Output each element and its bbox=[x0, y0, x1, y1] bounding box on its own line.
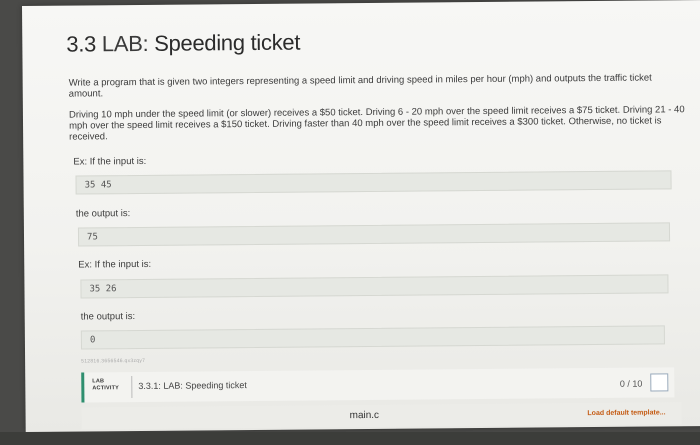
description-paragraph-1: Write a program that is given two intege… bbox=[68, 72, 652, 100]
lab-activity-bar: LAB ACTIVITY 3.3.1: LAB: Speeding ticket… bbox=[81, 367, 675, 403]
example-2-input-box: 35 26 bbox=[80, 274, 669, 299]
file-tab-main-c[interactable]: main.c bbox=[350, 410, 380, 421]
page-title: 3.3 LAB: Speeding ticket bbox=[66, 30, 300, 58]
example-1-input-label: Ex: If the input is: bbox=[73, 155, 147, 168]
lab-page: 3.3 LAB: Speeding ticket Write a program… bbox=[22, 0, 700, 432]
title-name: Speeding ticket bbox=[154, 29, 301, 56]
example-1-output-label: the output is: bbox=[75, 208, 131, 220]
activity-score: 0 / 10 bbox=[619, 378, 643, 389]
example-2-output-box: 0 bbox=[80, 325, 665, 350]
example-1-output-box: 75 bbox=[77, 222, 671, 247]
activity-title: 3.3.1: LAB: Speeding ticket bbox=[138, 380, 247, 391]
title-lab: LAB: bbox=[101, 30, 155, 57]
score-checkbox[interactable] bbox=[650, 373, 669, 392]
lab-tag-line2: ACTIVITY bbox=[92, 385, 120, 392]
activity-divider bbox=[131, 376, 133, 399]
file-id: 512816.3656546.qx3zqy7 bbox=[81, 357, 146, 365]
example-2-input-label: Ex: If the input is: bbox=[78, 258, 152, 271]
load-default-template-button[interactable]: Load default template... bbox=[587, 409, 665, 417]
example-1-input-box: 35 45 bbox=[75, 170, 672, 195]
bottom-edge bbox=[0, 432, 700, 445]
lab-activity-tag: LAB ACTIVITY bbox=[92, 378, 119, 392]
editor-toolbar: main.c Load default template... bbox=[81, 402, 682, 430]
description-paragraph-2: Driving 10 mph under the speed limit (or… bbox=[68, 104, 685, 143]
example-2-output-label: the output is: bbox=[80, 311, 136, 323]
title-number: 3.3 bbox=[66, 31, 102, 57]
